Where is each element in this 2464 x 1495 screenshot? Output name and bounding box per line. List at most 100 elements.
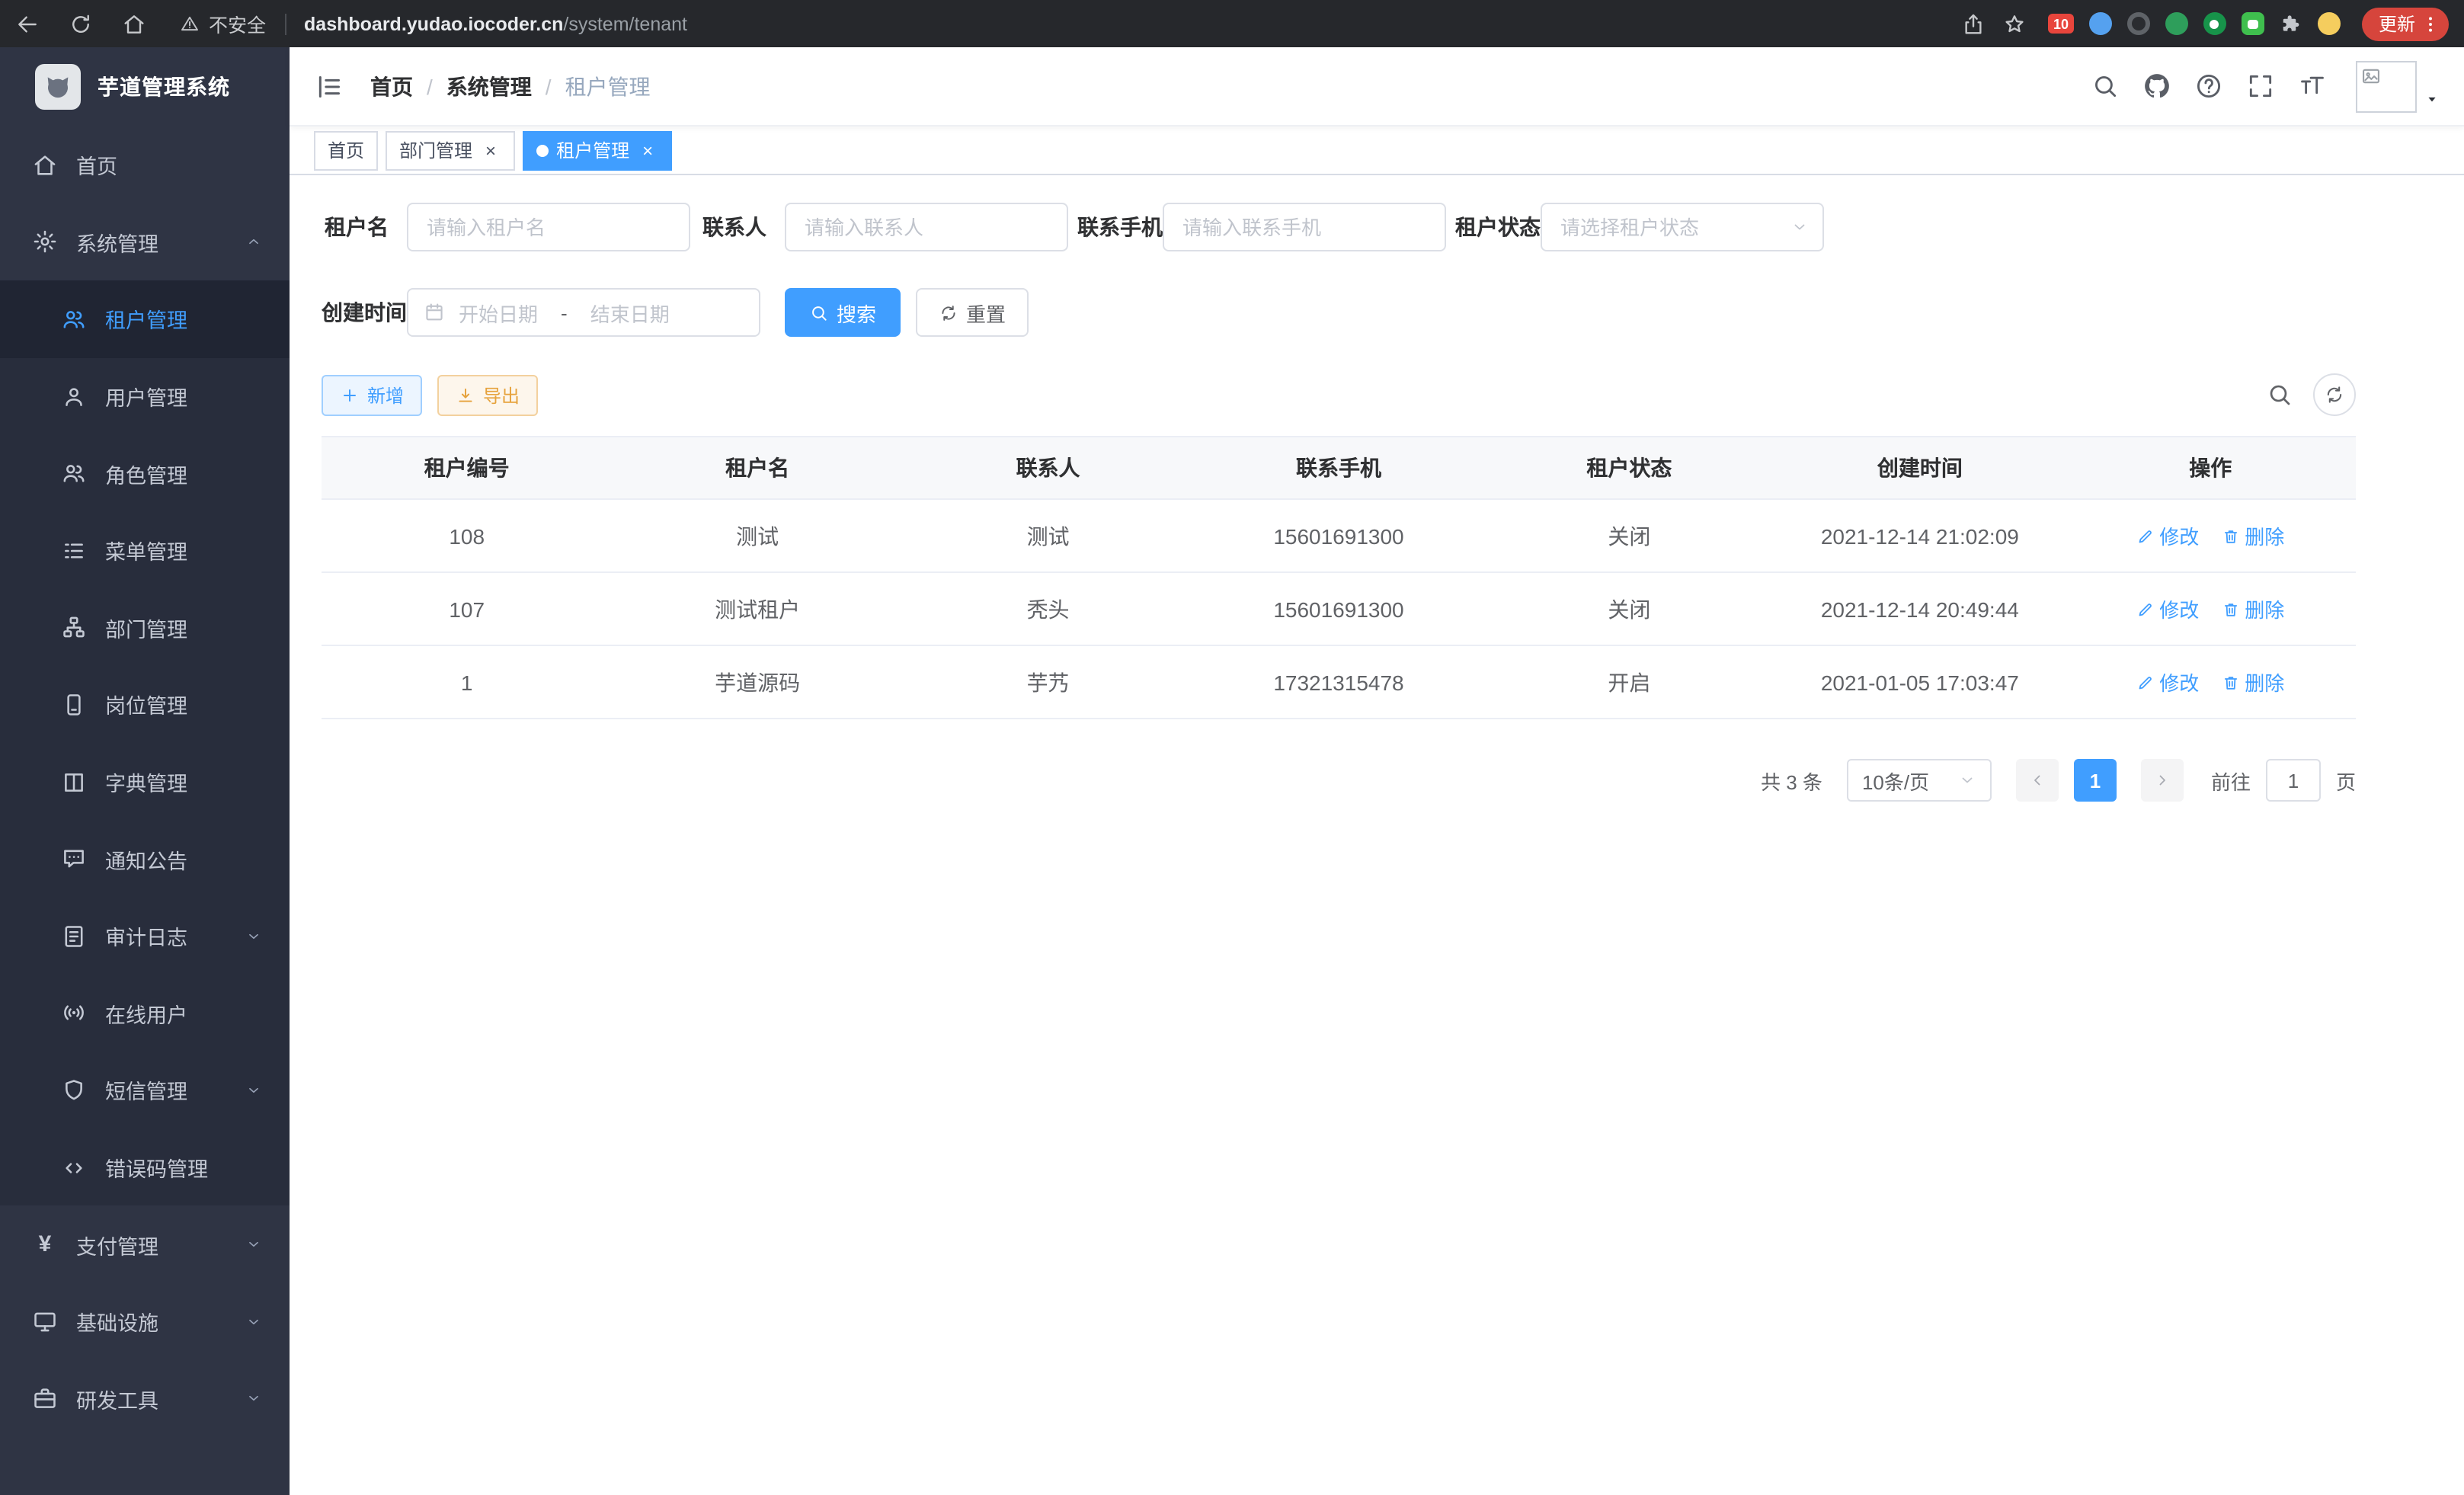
reload-icon[interactable] (69, 11, 93, 36)
extension-blue-icon[interactable] (2089, 12, 2112, 35)
breadcrumb-system[interactable]: 系统管理 (446, 71, 532, 101)
sidebar-item-online-users[interactable]: 在线用户 (0, 975, 290, 1052)
trash-icon (2222, 600, 2240, 618)
column-header: 创建时间 (1774, 437, 2065, 498)
reset-button[interactable]: 重置 (916, 288, 1029, 337)
refresh-table-icon[interactable] (2313, 373, 2356, 416)
sidebar-item-label: 基础设施 (76, 1306, 158, 1337)
tab-home[interactable]: 首页 (314, 130, 378, 170)
sidebar-item-department-management[interactable]: 部门管理 (0, 589, 290, 666)
next-page-button[interactable] (2141, 759, 2184, 802)
delete-link[interactable]: 删除 (2222, 594, 2284, 623)
sidebar-item-payment-management[interactable]: ¥支付管理 (0, 1206, 290, 1283)
browser-extensions-puzzle-icon[interactable] (2280, 12, 2302, 35)
url-domain: dashboard.yudao.iocoder.cn (304, 13, 563, 34)
delete-link[interactable]: 删除 (2222, 667, 2284, 696)
search-icon[interactable] (2091, 72, 2120, 101)
sidebar-item-audit-log[interactable]: 审计日志 (0, 898, 290, 975)
tab-department-management[interactable]: 部门管理 × (386, 130, 515, 170)
breadcrumb: 首页 / 系统管理 / 租户管理 (370, 71, 651, 101)
sidebar-item-dev-tools[interactable]: 研发工具 (0, 1360, 290, 1437)
sidebar-item-role-management[interactable]: 角色管理 (0, 435, 290, 512)
user-avatar[interactable] (2356, 60, 2440, 112)
date-range-picker[interactable]: 开始日期 - 结束日期 (407, 288, 760, 337)
table-body: 108测试测试15601691300关闭2021-12-14 21:02:09修… (322, 500, 2356, 719)
close-icon[interactable]: × (637, 139, 658, 161)
sidebar-item-home[interactable]: 首页 (0, 126, 290, 203)
sidebar-item-menu-management[interactable]: 菜单管理 (0, 512, 290, 589)
extension-dark-ring-icon[interactable] (2127, 12, 2150, 35)
share-icon[interactable] (1961, 11, 1986, 36)
contact-input[interactable] (785, 203, 1068, 251)
tab-tenant-management[interactable]: 租户管理× (523, 130, 672, 170)
bookmark-star-icon[interactable] (2002, 11, 2027, 36)
sidebar-item-system-management[interactable]: 系统管理 (0, 203, 290, 280)
extension-red-badge-icon[interactable]: 10 (2048, 14, 2074, 34)
prev-page-button[interactable] (2016, 759, 2059, 802)
modify-link[interactable]: 修改 (2136, 667, 2199, 696)
page-1-button[interactable]: 1 (2074, 759, 2117, 802)
pencil-icon (2136, 527, 2155, 545)
menu-dots-icon[interactable] (2420, 13, 2441, 34)
delete-link[interactable]: 删除 (2222, 521, 2284, 550)
sidebar-item-infrastructure[interactable]: 基础设施 (0, 1283, 290, 1360)
fullscreen-icon[interactable] (2246, 72, 2275, 101)
sidebar-item-label: 菜单管理 (105, 536, 187, 566)
breadcrumb-home[interactable]: 首页 (370, 71, 413, 101)
github-icon[interactable] (2142, 72, 2171, 101)
create-time-label: 创建时间 (322, 297, 407, 328)
search-button[interactable]: 搜索 (785, 288, 901, 337)
browser-home-icon[interactable] (122, 11, 146, 36)
calendar-icon (424, 302, 445, 323)
profile-avatar-icon[interactable] (2318, 12, 2341, 35)
sidebar-item-user-management[interactable]: 用户管理 (0, 358, 290, 435)
broadcast-icon (61, 1000, 87, 1026)
sidebar-item-tenant-management[interactable]: 租户管理 (0, 280, 290, 357)
table-cell: 107 (322, 573, 612, 645)
badge-icon (61, 692, 87, 718)
export-button[interactable]: 导出 (437, 374, 538, 415)
modify-label: 修改 (2159, 521, 2199, 550)
list-icon (61, 538, 87, 564)
table-row: 108测试测试15601691300关闭2021-12-14 21:02:09修… (322, 500, 2356, 573)
add-button[interactable]: 新增 (322, 374, 422, 415)
monitor-icon (32, 1308, 58, 1334)
security-chip[interactable]: 不安全 (180, 9, 266, 38)
sidebar-item-dictionary-management[interactable]: 字典管理 (0, 744, 290, 821)
collapse-sidebar-icon[interactable] (314, 71, 344, 101)
close-icon[interactable]: × (480, 139, 501, 161)
goto-page-input[interactable] (2266, 759, 2321, 802)
extension-chat-icon[interactable] (2242, 12, 2264, 35)
modify-link[interactable]: 修改 (2136, 594, 2199, 623)
back-icon[interactable] (15, 11, 40, 36)
phone-input[interactable] (1163, 203, 1446, 251)
page-size-select[interactable]: 10条/页 (1847, 759, 1992, 802)
tab-label: 首页 (328, 137, 364, 163)
sidebar-item-label: 系统管理 (76, 227, 158, 258)
chevron-down-icon (245, 1313, 262, 1330)
sidebar-item-label: 研发工具 (76, 1384, 158, 1414)
modify-link[interactable]: 修改 (2136, 521, 2199, 550)
table-cell: 15601691300 (1193, 500, 1483, 571)
sidebar-item-notice-announcement[interactable]: 通知公告 (0, 821, 290, 898)
sidebar-item-error-code-management[interactable]: 错误码管理 (0, 1128, 290, 1205)
total-count: 共 3 条 (1761, 766, 1822, 795)
chevron-down-icon (1958, 771, 1976, 789)
sidebar-item-sms-management[interactable]: 短信管理 (0, 1052, 290, 1128)
update-button[interactable]: 更新 (2362, 7, 2449, 40)
tab-label: 部门管理 (399, 137, 472, 163)
extension-green-dot-icon[interactable] (2203, 12, 2226, 35)
tenant-status-select[interactable] (1541, 203, 1824, 251)
operations-cell: 修改删除 (2066, 573, 2356, 645)
address-bar[interactable]: dashboard.yudao.iocoder.cn /system/tenan… (304, 13, 687, 34)
pencil-icon (2136, 673, 2155, 691)
document-icon (61, 923, 87, 949)
toggle-search-icon[interactable] (2266, 381, 2293, 408)
table-tools (2266, 373, 2356, 416)
extension-green-icon[interactable] (2165, 12, 2188, 35)
column-header: 租户名 (612, 437, 902, 498)
font-size-icon[interactable] (2298, 72, 2327, 101)
sidebar-item-position-management[interactable]: 岗位管理 (0, 666, 290, 743)
tenant-name-input[interactable] (407, 203, 690, 251)
help-icon[interactable] (2194, 72, 2223, 101)
